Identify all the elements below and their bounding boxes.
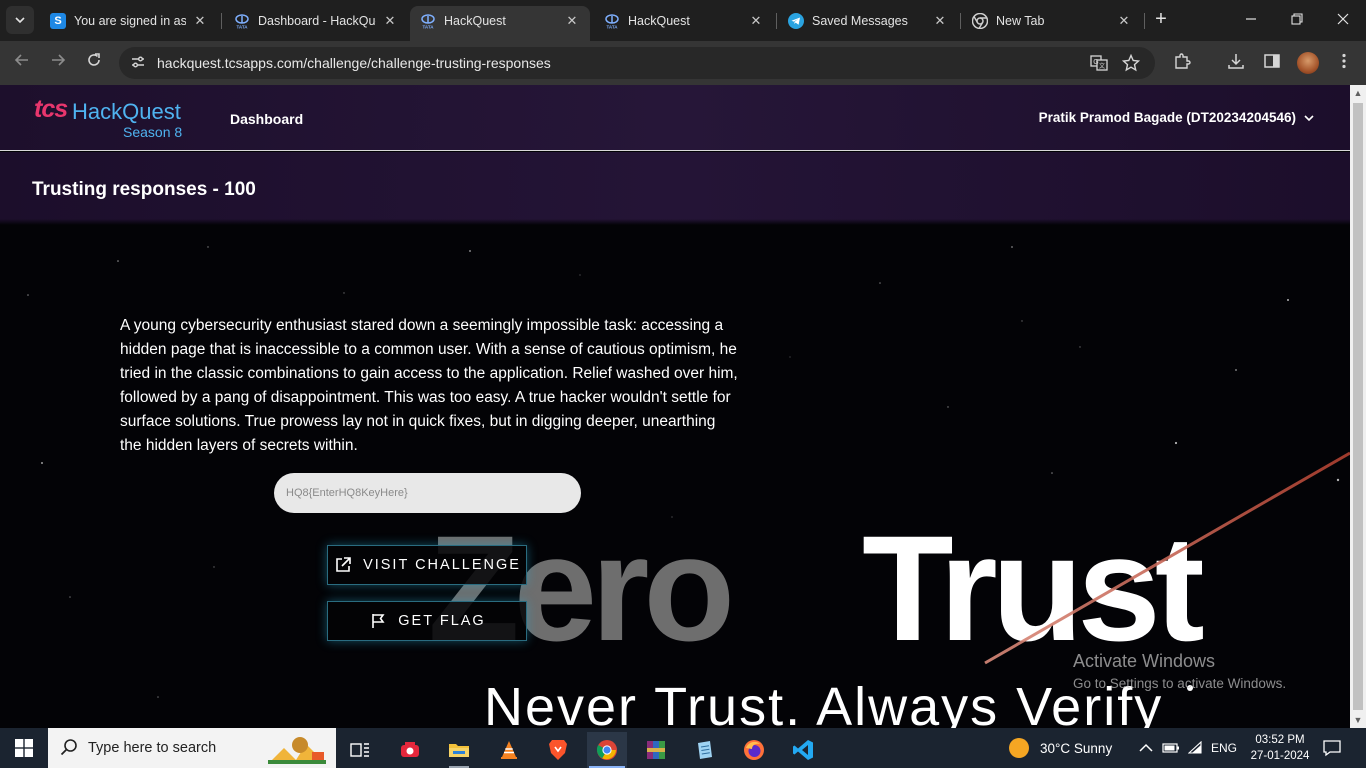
s-favicon-icon: S (50, 12, 66, 29)
firefox-icon[interactable] (734, 732, 774, 768)
tata-favicon-icon: TATA (604, 13, 620, 29)
svg-text:TATA: TATA (423, 24, 435, 29)
back-arrow-icon[interactable] (10, 51, 34, 75)
browser-tab-strip: S You are signed in as M ✕ TATA Dashboar… (0, 0, 1366, 41)
browser-toolbar: hackquest.tcsapps.com/challenge/challeng… (0, 41, 1366, 85)
file-explorer-icon[interactable] (439, 732, 479, 768)
tab-separator (776, 13, 777, 29)
svg-text:G: G (1093, 59, 1098, 66)
wifi-icon[interactable] (1188, 728, 1204, 768)
tab-close-icon[interactable]: ✕ (382, 13, 398, 29)
clock-date: 27-01-2024 (1250, 750, 1310, 762)
tata-favicon-icon: TATA (234, 13, 250, 29)
svg-text:TATA: TATA (237, 24, 249, 29)
chrome-taskbar-icon[interactable] (587, 732, 627, 768)
tab-title: You are signed in as M (74, 13, 186, 28)
activate-windows-title: Activate Windows (1073, 651, 1216, 671)
tab-close-icon[interactable]: ✕ (564, 13, 580, 29)
restore-icon[interactable] (1285, 8, 1309, 32)
page-viewport: tcs HackQuest Season 8 Dashboard Pratik … (0, 85, 1350, 728)
video-recorder-app-icon[interactable] (390, 732, 430, 768)
windows-taskbar: Type here to search 30°C Sunny ENG 03:52… (0, 728, 1366, 768)
browser-menu-dots-icon[interactable] (1333, 52, 1355, 74)
tab-title: HackQuest (628, 13, 690, 28)
tab-title: Dashboard - HackQuest (258, 13, 376, 28)
forward-arrow-icon[interactable] (46, 51, 70, 75)
battery-icon[interactable] (1162, 728, 1180, 768)
browser-tab-hackquest[interactable]: TATA HackQuest ✕ (594, 6, 774, 35)
get-flag-label: GET FLAG (398, 613, 486, 629)
translate-icon[interactable]: G文 (1089, 54, 1109, 72)
external-link-icon (333, 555, 353, 575)
notification-center-icon[interactable] (1322, 738, 1342, 758)
tab-close-icon[interactable]: ✕ (1116, 13, 1132, 29)
task-view-icon[interactable] (340, 732, 380, 768)
chrome-icon (972, 12, 988, 29)
taskbar-clock[interactable]: 03:52 PM 27-01-2024 (1249, 732, 1311, 764)
vscode-icon[interactable] (783, 732, 823, 768)
clock-time: 03:52 PM (1255, 734, 1305, 746)
language-indicator[interactable]: ENG (1211, 728, 1237, 768)
bookmark-star-icon[interactable] (1121, 53, 1141, 72)
browser-tab-saved-messages[interactable]: Saved Messages ✕ (778, 6, 958, 35)
tab-close-icon[interactable]: ✕ (932, 13, 948, 29)
reload-icon[interactable] (82, 51, 106, 75)
search-icon (60, 738, 80, 758)
challenge-description: A young cybersecurity enthusiast stared … (120, 317, 738, 454)
telegram-icon (788, 12, 804, 29)
scroll-up-arrow-icon[interactable]: ▲ (1350, 85, 1366, 101)
svg-text:TATA: TATA (607, 24, 619, 29)
flag-input[interactable] (274, 473, 581, 513)
browser-tab-signed-in[interactable]: S You are signed in as M ✕ (40, 6, 218, 35)
address-bar[interactable]: hackquest.tcsapps.com/challenge/challeng… (119, 47, 1155, 79)
get-flag-button[interactable]: GET FLAG (327, 601, 527, 641)
page-scrollbar[interactable]: ▲ ▼ (1350, 85, 1366, 728)
weather-sun-icon (1009, 738, 1029, 758)
tab-title: HackQuest (444, 13, 506, 28)
vlc-player-icon[interactable] (489, 732, 529, 768)
notepad-app-icon[interactable] (685, 732, 725, 768)
tab-title: New Tab (996, 13, 1045, 28)
minimize-icon[interactable] (1239, 8, 1263, 32)
close-window-icon[interactable] (1331, 8, 1355, 32)
tab-close-icon[interactable]: ✕ (748, 13, 764, 29)
tab-separator (960, 13, 961, 29)
browser-tab-hackquest-active[interactable]: TATA HackQuest ✕ (410, 6, 590, 41)
site-settings-icon[interactable] (129, 54, 147, 72)
svg-text:文: 文 (1099, 62, 1105, 70)
visit-challenge-button[interactable]: VISIT CHALLENGE (327, 545, 527, 585)
new-tab-plus-icon[interactable]: + (1150, 8, 1172, 32)
side-panel-icon[interactable] (1261, 52, 1283, 74)
winrar-icon[interactable] (636, 732, 676, 768)
windows-start-icon[interactable] (0, 728, 48, 768)
tab-separator (1144, 13, 1145, 29)
url-text[interactable]: hackquest.tcsapps.com/challenge/challeng… (157, 55, 551, 71)
flag-icon (368, 611, 388, 631)
activate-windows-subtitle: Go to Settings to activate Windows. (1073, 676, 1287, 691)
activate-windows-watermark: Activate Windows Go to Settings to activ… (1073, 651, 1286, 691)
weather-text: 30°C Sunny (1040, 740, 1113, 756)
brave-browser-icon[interactable] (538, 732, 578, 768)
weather-widget[interactable]: 30°C Sunny (1009, 728, 1112, 768)
tab-search-chevron-icon[interactable] (6, 6, 34, 34)
tata-favicon-icon: TATA (420, 13, 436, 29)
taskbar-search-box[interactable]: Type here to search (48, 728, 336, 768)
profile-avatar[interactable] (1297, 52, 1319, 74)
browser-tab-new-tab[interactable]: New Tab ✕ (962, 6, 1142, 35)
show-hidden-icons-chevron-icon[interactable] (1139, 728, 1153, 768)
tab-separator (221, 13, 222, 29)
search-highlight-illustration (268, 737, 326, 764)
taskbar-search-placeholder: Type here to search (88, 740, 217, 756)
visit-challenge-label: VISIT CHALLENGE (363, 557, 521, 573)
browser-tab-dashboard[interactable]: TATA Dashboard - HackQuest ✕ (224, 6, 408, 35)
tab-close-icon[interactable]: ✕ (192, 13, 208, 29)
extensions-puzzle-icon[interactable] (1171, 52, 1193, 74)
scroll-down-arrow-icon[interactable]: ▼ (1350, 712, 1366, 728)
download-icon[interactable] (1225, 52, 1247, 74)
tab-title: Saved Messages (812, 13, 908, 28)
scroll-thumb[interactable] (1353, 103, 1363, 710)
